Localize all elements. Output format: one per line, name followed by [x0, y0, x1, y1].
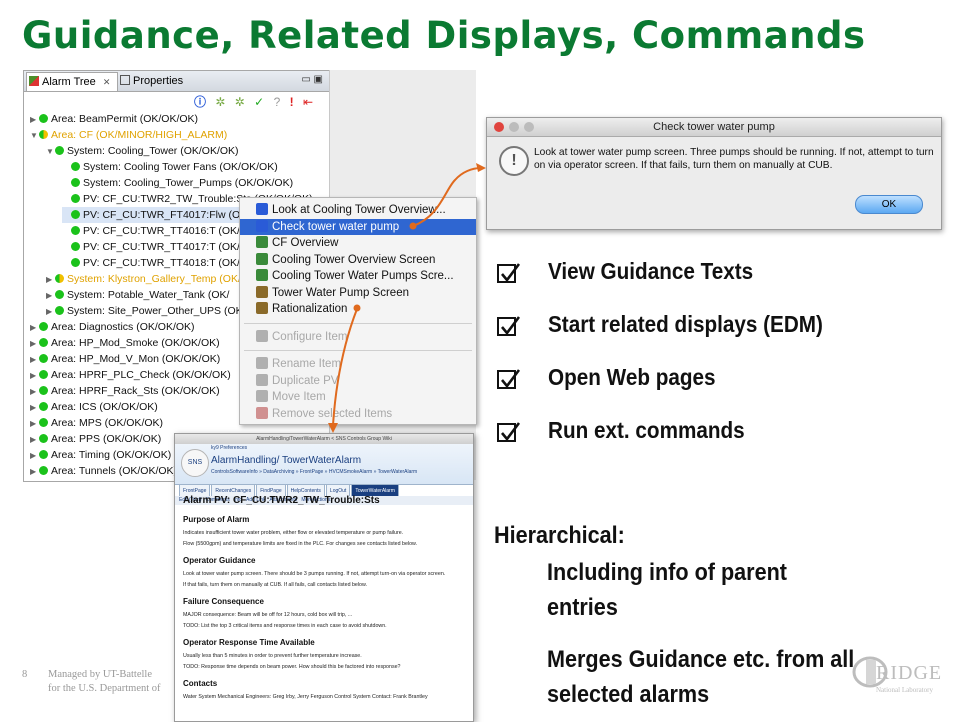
ornl-logo: RIDGE National Laboratory — [850, 650, 948, 700]
feature-related-displays: Start related displays (EDM) — [548, 311, 823, 337]
feature-ext-commands: Run ext. commands — [548, 417, 745, 443]
merge-line2: selected alarms — [547, 681, 710, 708]
arrow-overlay — [328, 163, 486, 433]
logo-subtext: National Laboratory — [876, 686, 933, 694]
hierarchical-label: Hierarchical: — [494, 522, 625, 549]
checkbox-icon — [497, 316, 521, 336]
merge-line1: Merges Guidance etc. from all — [547, 646, 855, 673]
checkbox-icon — [497, 263, 521, 283]
arrow-origin-dialog — [409, 222, 417, 230]
footer-line2: for the U.S. Department of — [48, 683, 161, 694]
feature-web-pages: Open Web pages — [548, 364, 716, 390]
page-number: 8 — [22, 669, 28, 680]
arrow-head-dialog — [476, 163, 486, 172]
footer-line1: Managed by UT-Battelle — [48, 669, 153, 680]
hierarchical-line2: entries — [547, 594, 618, 621]
checkbox-icon — [497, 369, 521, 389]
arrow-origin-wiki — [353, 304, 361, 312]
feature-guidance-texts: View Guidance Texts — [548, 258, 754, 284]
arrow-to-dialog — [412, 167, 482, 227]
arrow-to-wiki — [332, 308, 358, 426]
hierarchical-line1: Including info of parent — [547, 559, 787, 586]
logo-text: RIDGE — [876, 662, 943, 684]
checkbox-icon — [497, 422, 521, 442]
arrow-head-wiki — [328, 423, 338, 433]
